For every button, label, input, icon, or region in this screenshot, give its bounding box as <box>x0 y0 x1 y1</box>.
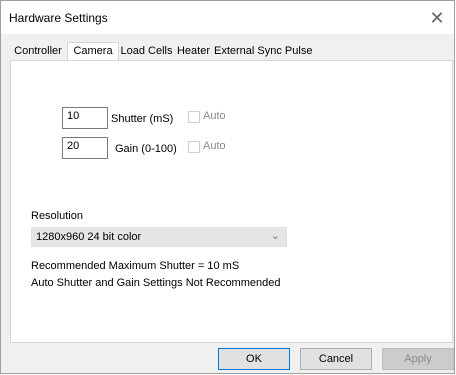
gain-label: Gain (0-100) <box>115 143 177 155</box>
gain-auto-checkbox[interactable] <box>188 141 200 153</box>
tab-camera[interactable]: Camera <box>67 42 119 62</box>
chevron-down-icon: ⌄ <box>270 230 280 242</box>
window-title: Hardware Settings <box>9 11 108 25</box>
shutter-auto-label: Auto <box>203 110 226 122</box>
shutter-auto-checkbox[interactable] <box>188 111 200 123</box>
hardware-settings-dialog: Hardware Settings ✕ Controller Camera Lo… <box>0 0 455 374</box>
resolution-select[interactable]: 1280x960 24 bit color ⌄ <box>31 227 287 247</box>
ok-button[interactable]: OK <box>218 348 290 370</box>
tab-external-sync-pulse[interactable]: External Sync Pulse <box>214 43 312 61</box>
recommended-shutter-text: Recommended Maximum Shutter = 10 mS <box>31 260 240 272</box>
shutter-label: Shutter (mS) <box>111 113 174 125</box>
gain-input[interactable]: 20 <box>62 137 108 159</box>
camera-tab-panel: 10 Shutter (mS) Auto 20 Gain (0-100) Aut… <box>10 60 453 343</box>
tab-strip: Controller Camera Load Cells Heater Exte… <box>9 42 453 62</box>
resolution-label: Resolution <box>31 210 83 222</box>
resolution-selected-value: 1280x960 24 bit color <box>36 231 142 243</box>
gain-auto-label: Auto <box>203 140 226 152</box>
close-icon[interactable]: ✕ <box>424 5 450 31</box>
tab-controller[interactable]: Controller <box>9 43 67 61</box>
auto-warning-text: Auto Shutter and Gain Settings Not Recom… <box>31 277 281 289</box>
apply-button[interactable]: Apply <box>382 348 454 370</box>
tab-heater[interactable]: Heater <box>174 43 213 61</box>
cancel-button[interactable]: Cancel <box>300 348 372 370</box>
shutter-input[interactable]: 10 <box>62 107 108 129</box>
title-bar: Hardware Settings ✕ <box>1 1 454 34</box>
tab-load-cells[interactable]: Load Cells <box>119 43 174 61</box>
